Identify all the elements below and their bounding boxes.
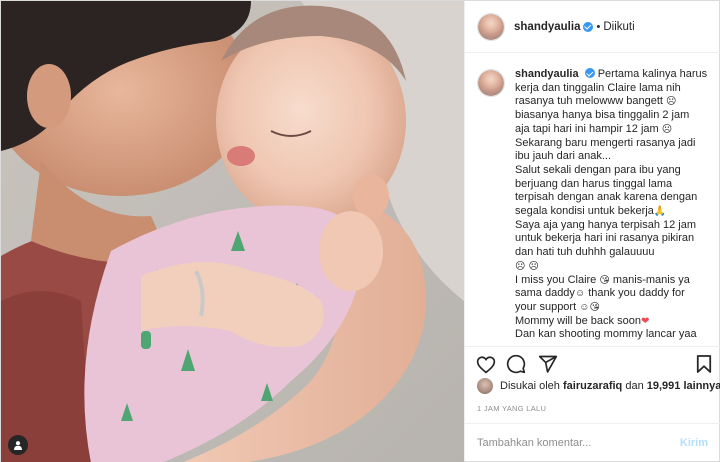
share-icon[interactable] bbox=[537, 353, 559, 375]
post-photo[interactable] bbox=[1, 1, 464, 462]
pray-emoji: 🙏 bbox=[653, 206, 667, 218]
caption-line: Pertama kalinya harus bbox=[597, 68, 708, 80]
user-tag-icon[interactable] bbox=[8, 435, 28, 455]
caption-username[interactable]: shandyaulia bbox=[515, 68, 579, 80]
action-bar bbox=[465, 346, 720, 380]
sad-emoji: ☹ bbox=[528, 260, 539, 272]
caption-line: aja tapi hari ini hampir 12 jam ☹ bbox=[515, 122, 673, 135]
verified-icon bbox=[583, 21, 594, 32]
caption-line: rasanya tuh melowww bangett ☹ bbox=[515, 95, 677, 108]
caption-line: dan hati tuh duhhh galauuuu bbox=[515, 246, 655, 259]
verified-icon bbox=[584, 68, 595, 78]
post-timestamp[interactable]: 1 JAM YANG LALU bbox=[477, 404, 546, 413]
separator-dot: • bbox=[596, 20, 601, 33]
caption-line: I miss you Claire 😘 manis-manis ya bbox=[515, 273, 690, 286]
profile-avatar[interactable] bbox=[477, 12, 505, 41]
caption-line: biasanya hanya bisa tinggalin 2 jam bbox=[515, 109, 690, 122]
caption-line: berjuang dan harus tinggal lama bbox=[515, 177, 673, 190]
comment-input[interactable] bbox=[477, 436, 680, 449]
follow-status-button[interactable]: Diikuti bbox=[603, 21, 634, 33]
caption-line: ☹ ☹ bbox=[515, 260, 705, 274]
likes-summary: Disukai oleh fairuzarafiq dan 19,991 lai… bbox=[477, 378, 720, 394]
comment-icon[interactable] bbox=[505, 353, 527, 375]
photo-illustration bbox=[1, 1, 464, 462]
caption-line: Sekarang baru mengerti rasanya jadi bbox=[515, 136, 696, 149]
post-sidebar: shandyaulia • Diikuti shandyaulia Pertam… bbox=[464, 1, 720, 461]
heart-icon[interactable] bbox=[475, 353, 497, 375]
send-button[interactable]: Kirim bbox=[680, 437, 708, 449]
caption-line: untuk bekerja hari ini rasanya pikiran bbox=[515, 232, 695, 245]
caption-line: Saya aja yang hanya terpisah 12 jam bbox=[515, 218, 697, 231]
caption-area: shandyaulia Pertama kalinya harus kerja … bbox=[465, 54, 720, 344]
liker-avatar[interactable] bbox=[477, 378, 493, 394]
caption-line: segala kondisi untuk bekerja🙏 bbox=[515, 205, 667, 218]
smile-emoji: ☺ bbox=[579, 301, 590, 313]
likes-prefix: Disukai oleh bbox=[500, 380, 560, 392]
caption-line: Salut sekali dengan para ibu yang bbox=[515, 163, 681, 176]
caption-line: kerja dan tinggalin Claire lama nih bbox=[515, 81, 681, 94]
kiss-emoji: 😘 bbox=[599, 274, 610, 286]
caption-line: Dan kan shooting mommy lancar yaa bbox=[515, 328, 697, 341]
likes-middle: dan bbox=[625, 380, 644, 392]
kiss-emoji: 😘 bbox=[589, 301, 600, 313]
sad-emoji: ☹ bbox=[515, 260, 526, 272]
sad-emoji: ☹ bbox=[661, 123, 673, 135]
caption-line: sama daddy☺ thank you daddy for bbox=[515, 287, 685, 300]
liker-username[interactable]: fairuzarafiq bbox=[563, 380, 622, 392]
comment-form: Kirim bbox=[465, 423, 720, 461]
bookmark-icon[interactable] bbox=[693, 353, 715, 375]
heart-emoji: ❤ bbox=[640, 315, 650, 327]
caption-text: shandyaulia Pertama kalinya harus kerja … bbox=[515, 68, 708, 344]
likes-suffix[interactable]: lainnya bbox=[683, 380, 720, 392]
caption-line: ibu jauh dari anak... bbox=[515, 150, 612, 163]
smile-emoji: ☺ bbox=[574, 288, 586, 300]
header-username[interactable]: shandyaulia bbox=[514, 21, 580, 33]
caption-line: terpisah dengan anak karena dengan bbox=[515, 191, 698, 204]
caption-line: your support ☺😘 bbox=[515, 300, 600, 313]
instagram-post: shandyaulia • Diikuti shandyaulia Pertam… bbox=[0, 0, 720, 462]
caption-avatar[interactable] bbox=[477, 69, 505, 97]
likes-count[interactable]: 19,991 bbox=[647, 380, 681, 392]
caption-line: Mommy will be back soon❤ bbox=[515, 314, 650, 327]
post-header: shandyaulia • Diikuti bbox=[465, 1, 720, 53]
sad-emoji: ☹ bbox=[666, 96, 677, 108]
